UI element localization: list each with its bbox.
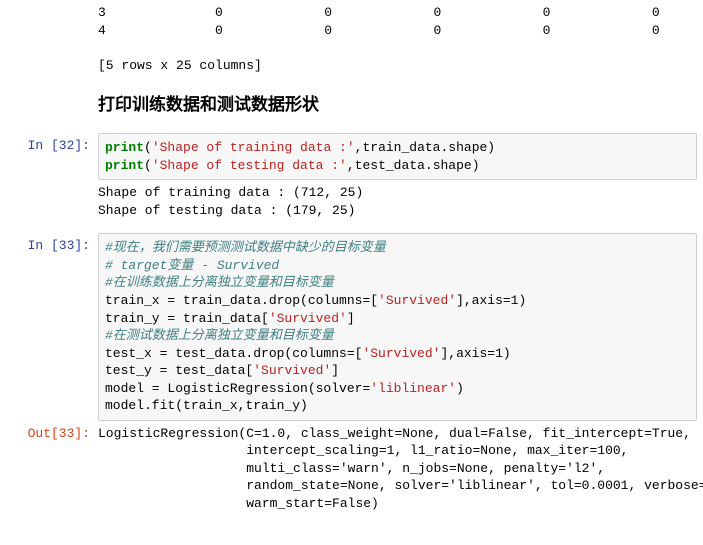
stdout-cell-32: Shape of training data : (712, 25) Shape… [0,180,703,223]
string-literal: 'Shape of testing data :' [152,158,347,173]
code-cell-32: In [32]: print('Shape of training data :… [0,133,703,180]
code-text: ,train_data.shape) [355,140,495,155]
comment: #在测试数据上分离独立变量和目标变量 [105,328,334,343]
input-prompt: In [33]: [0,233,98,255]
comment: #在训练数据上分离独立变量和目标变量 [105,275,334,290]
comment: #现在，我们需要预测测试数据中缺少的目标变量 [105,240,386,255]
string-literal: 'Survived' [362,346,440,361]
comment: # target变量 - Survived [105,258,279,273]
table-preview: 3 0 0 0 0 0 1 4 0 0 0 0 0 1 [5 rows x 25… [98,0,703,78]
section-heading: 打印训练数据和测试数据形状 [98,94,703,117]
code-text: test_y = test_data[ [105,363,253,378]
markdown-body: 打印训练数据和测试数据形状 [98,78,703,133]
builtin-print: print [105,140,144,155]
code-cell-33: In [33]: #现在，我们需要预测测试数据中缺少的目标变量 # target… [0,233,703,420]
prompt-empty [0,180,98,184]
code-text: model = LogisticRegression(solver= [105,381,370,396]
builtin-print: print [105,158,144,173]
code-text: ],axis=1) [456,293,526,308]
output-prompt: Out[33]: [0,421,98,443]
code-text: train_x = train_data.drop(columns=[ [105,293,378,308]
code-text: ( [144,140,152,155]
prompt-empty [0,78,98,82]
markdown-cell: 打印训练数据和测试数据形状 [0,78,703,133]
code-input[interactable]: print('Shape of training data :',train_d… [98,133,697,180]
code-text: model.fit(train_x,train_y) [105,398,308,413]
code-text: ( [144,158,152,173]
code-text: ) [456,381,464,396]
cell-body: #现在，我们需要预测测试数据中缺少的目标变量 # target变量 - Surv… [98,233,703,420]
string-literal: 'Shape of training data :' [152,140,355,155]
code-text: ] [347,311,355,326]
output-text: LogisticRegression(C=1.0, class_weight=N… [98,421,703,517]
prompt-empty [0,0,98,4]
cell-body: print('Shape of training data :',train_d… [98,133,703,180]
output-cell-prev: 3 0 0 0 0 0 1 4 0 0 0 0 0 1 [5 rows x 25… [0,0,703,78]
string-literal: 'Survived' [378,293,456,308]
code-input[interactable]: #现在，我们需要预测测试数据中缺少的目标变量 # target变量 - Surv… [98,233,697,420]
table-row: 4 0 0 0 0 0 1 [98,23,703,38]
code-text: train_y = train_data[ [105,311,269,326]
code-text: test_x = test_data.drop(columns=[ [105,346,362,361]
table-row: 3 0 0 0 0 0 1 [98,5,703,20]
code-text: ],axis=1) [440,346,510,361]
string-literal: 'Survived' [253,363,331,378]
code-text: ,test_data.shape) [347,158,480,173]
string-literal: 'Survived' [269,311,347,326]
stdout-text: Shape of training data : (712, 25) Shape… [98,180,703,223]
table-footer: [5 rows x 25 columns] [98,58,262,73]
code-text: ] [331,363,339,378]
notebook: 3 0 0 0 0 0 1 4 0 0 0 0 0 1 [5 rows x 25… [0,0,703,537]
string-literal: 'liblinear' [370,381,456,396]
input-prompt: In [32]: [0,133,98,155]
output-cell-33: Out[33]: LogisticRegression(C=1.0, class… [0,421,703,517]
